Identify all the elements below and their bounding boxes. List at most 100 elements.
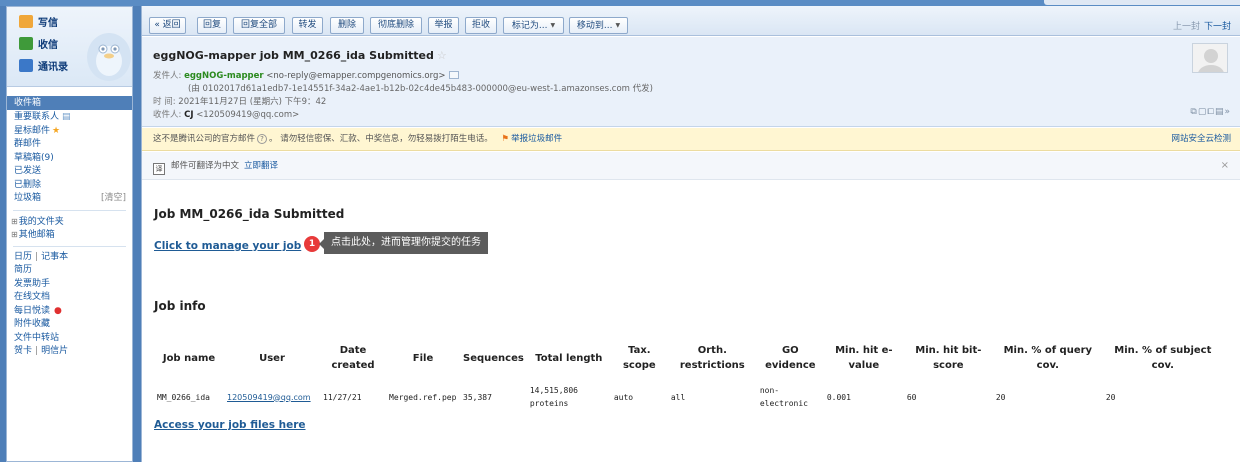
tool-reading-label: 每日悦读 xyxy=(14,305,51,316)
tool-resume[interactable]: 简历 xyxy=(7,264,132,278)
warning-text-a: 这不是腾讯公司的官方邮件 xyxy=(153,134,256,144)
cell-min-subject-cov: 20 xyxy=(1105,392,1116,402)
reject-button[interactable]: 拒收 xyxy=(465,17,497,34)
folder-spam[interactable]: 垃圾箱 [清空] xyxy=(7,192,132,206)
group-other-mail[interactable]: ⊞其他邮箱 xyxy=(7,228,132,242)
folder-important[interactable]: 重要联系人 ▤ xyxy=(7,111,132,125)
move-to-dropdown[interactable]: 移动到... ▼ xyxy=(569,17,628,34)
sidebar-divider xyxy=(13,245,126,247)
folder-drafts-label: 草稿箱(9) xyxy=(14,152,54,163)
reply-all-button[interactable]: 回复全部 xyxy=(233,17,285,34)
translate-icon: 译 xyxy=(153,163,165,175)
tool-postcards[interactable]: 明信片 xyxy=(41,346,68,356)
manage-job-link[interactable]: Click to manage your job xyxy=(154,240,301,252)
tool-invoice-label: 发票助手 xyxy=(14,278,51,289)
clear-spam-link[interactable]: [清空] xyxy=(101,192,126,206)
cell-user: 120509419@qq.com xyxy=(224,379,320,415)
via-row: (由 0102017d61a1edb7-1e14551f-34a2-4ae1-b… xyxy=(188,84,653,94)
tool-attachments[interactable]: 附件收藏 xyxy=(7,318,132,332)
delete-button[interactable]: 删除 xyxy=(330,17,364,34)
help-icon[interactable]: ? xyxy=(257,134,268,144)
col-file: File xyxy=(412,352,434,364)
copy-icon[interactable]: ⧠ xyxy=(1207,107,1215,117)
reply-button[interactable]: 回复 xyxy=(197,17,227,34)
contacts-label: 通讯录 xyxy=(38,62,68,73)
contacts-button[interactable]: 通讯录 xyxy=(19,59,68,75)
permanent-delete-button[interactable]: 彻底删除 xyxy=(370,17,422,34)
tool-invoice[interactable]: 发票助手 xyxy=(7,278,132,292)
mail-toolbar: « 返回 回复 回复全部 转发 删除 彻底删除 举报 拒收 标记为... ▼ 移动… xyxy=(142,6,1240,36)
back-button[interactable]: « 返回 xyxy=(149,17,186,34)
contact-card-icon[interactable] xyxy=(449,71,460,79)
tool-transfer-label: 文件中转站 xyxy=(14,332,60,343)
cell-total-length: 14,515,806 proteins xyxy=(529,386,578,408)
to-row: 收件人: CJ <120509419@qq.com> xyxy=(153,108,299,120)
sidebar-divider xyxy=(13,209,126,211)
safety-check-link[interactable]: 网站安全云检测 xyxy=(1171,128,1231,151)
caret-down-icon: ▼ xyxy=(615,22,621,29)
translate-now-link[interactable]: 立即翻译 xyxy=(244,161,278,171)
forward-button[interactable]: 转发 xyxy=(292,17,323,34)
penguin-mascot-icon xyxy=(87,33,131,81)
job-title: Job MM_0266_ida Submitted xyxy=(154,207,345,221)
tools-row-calendar: 日历 | 记事本 xyxy=(7,251,132,265)
next-mail-link[interactable]: 下一封 xyxy=(1204,22,1231,32)
expand-icon: ⊞ xyxy=(11,230,18,239)
folder-starred[interactable]: 星标邮件 ★ xyxy=(7,125,132,139)
folder-inbox[interactable]: 收件箱 xyxy=(7,96,132,110)
sidebar-actions: 写信 收信 通讯录 xyxy=(7,7,132,87)
cell-sequences: 35,387 xyxy=(463,392,492,402)
report-button[interactable]: 举报 xyxy=(428,17,459,34)
recipient-address: <120509419@qq.com> xyxy=(196,110,300,120)
sender-avatar[interactable] xyxy=(1192,43,1228,73)
folder-group[interactable]: 群邮件 xyxy=(7,138,132,152)
folder-sent-label: 已发送 xyxy=(14,166,42,176)
guide-step-badge: 1 xyxy=(304,236,320,252)
compose-label: 写信 xyxy=(38,18,58,29)
cell-file: Merged.ref.pep xyxy=(389,392,457,402)
folder-starred-label: 星标邮件 xyxy=(14,125,51,136)
tool-cards[interactable]: 贺卡 xyxy=(14,346,32,356)
col-go-evidence: GO evidence xyxy=(765,345,816,371)
print-icon[interactable]: ⧉ xyxy=(1190,107,1197,117)
expand-icon[interactable]: » xyxy=(1224,107,1231,117)
job-files-link[interactable]: Access your job files here xyxy=(154,419,306,431)
folder-sent[interactable]: 已发送 xyxy=(7,165,132,179)
star-mail-icon[interactable]: ☆ xyxy=(437,49,447,62)
cell-min-query-cov: 20 xyxy=(995,392,1006,402)
tool-reading[interactable]: 每日悦读 ● xyxy=(7,305,132,319)
user-email-link[interactable]: 120509419@qq.com xyxy=(227,393,311,402)
mark-as-label: 标记为... xyxy=(511,21,548,31)
tool-docs[interactable]: 在线文档 xyxy=(7,291,132,305)
group-my-folders[interactable]: ⊞我的文件夹 xyxy=(7,215,132,229)
time-row: 时 间: 2021年11月27日 (星期六) 下午9：42 xyxy=(153,95,326,107)
cell-go-evidence: non-electronic xyxy=(759,386,808,408)
new-window-icon[interactable]: ▢ xyxy=(1198,107,1208,117)
prev-next-nav: 上一封 下一封 xyxy=(1173,19,1231,32)
translate-bar: 译邮件可翻译为中文 立即翻译 × xyxy=(142,152,1240,180)
guide-tooltip: 点击此处，进而管理你提交的任务 xyxy=(324,232,488,254)
col-orth-restrictions: Orth. restrictions xyxy=(679,345,745,371)
receive-button[interactable]: 收信 xyxy=(19,37,58,53)
folder-spam-label: 垃圾箱 xyxy=(14,193,42,203)
sender-name[interactable]: eggNOG-mapper xyxy=(184,71,264,81)
recipient-name[interactable]: CJ xyxy=(184,110,193,120)
col-min-hit-evalue: Min. hit e-value xyxy=(835,345,893,371)
folder-deleted[interactable]: 已删除 xyxy=(7,179,132,193)
report-spam-link[interactable]: ⚑ 举报垃圾邮件 xyxy=(501,134,562,144)
prev-mail-link[interactable]: 上一封 xyxy=(1173,22,1200,32)
mail-body: Job MM_0266_ida Submitted Click to manag… xyxy=(154,181,1234,461)
close-icon[interactable]: × xyxy=(1221,152,1229,180)
tool-transfer[interactable]: 文件中转站 xyxy=(7,332,132,346)
col-min-query-cov: Min. % of query cov. xyxy=(1003,345,1093,371)
new-dot-icon: ● xyxy=(54,305,62,316)
cell-orth-restrictions: all xyxy=(670,392,686,402)
folder-drafts[interactable]: 草稿箱(9) xyxy=(7,152,132,166)
tool-calendar[interactable]: 日历 xyxy=(14,252,32,262)
mark-as-dropdown[interactable]: 标记为... ▼ xyxy=(503,17,564,34)
tool-notes[interactable]: 记事本 xyxy=(41,252,68,262)
avatar-placeholder-icon xyxy=(1193,44,1227,72)
tool-docs-label: 在线文档 xyxy=(14,292,51,302)
tool-resume-label: 简历 xyxy=(14,265,33,275)
compose-button[interactable]: 写信 xyxy=(19,15,58,31)
